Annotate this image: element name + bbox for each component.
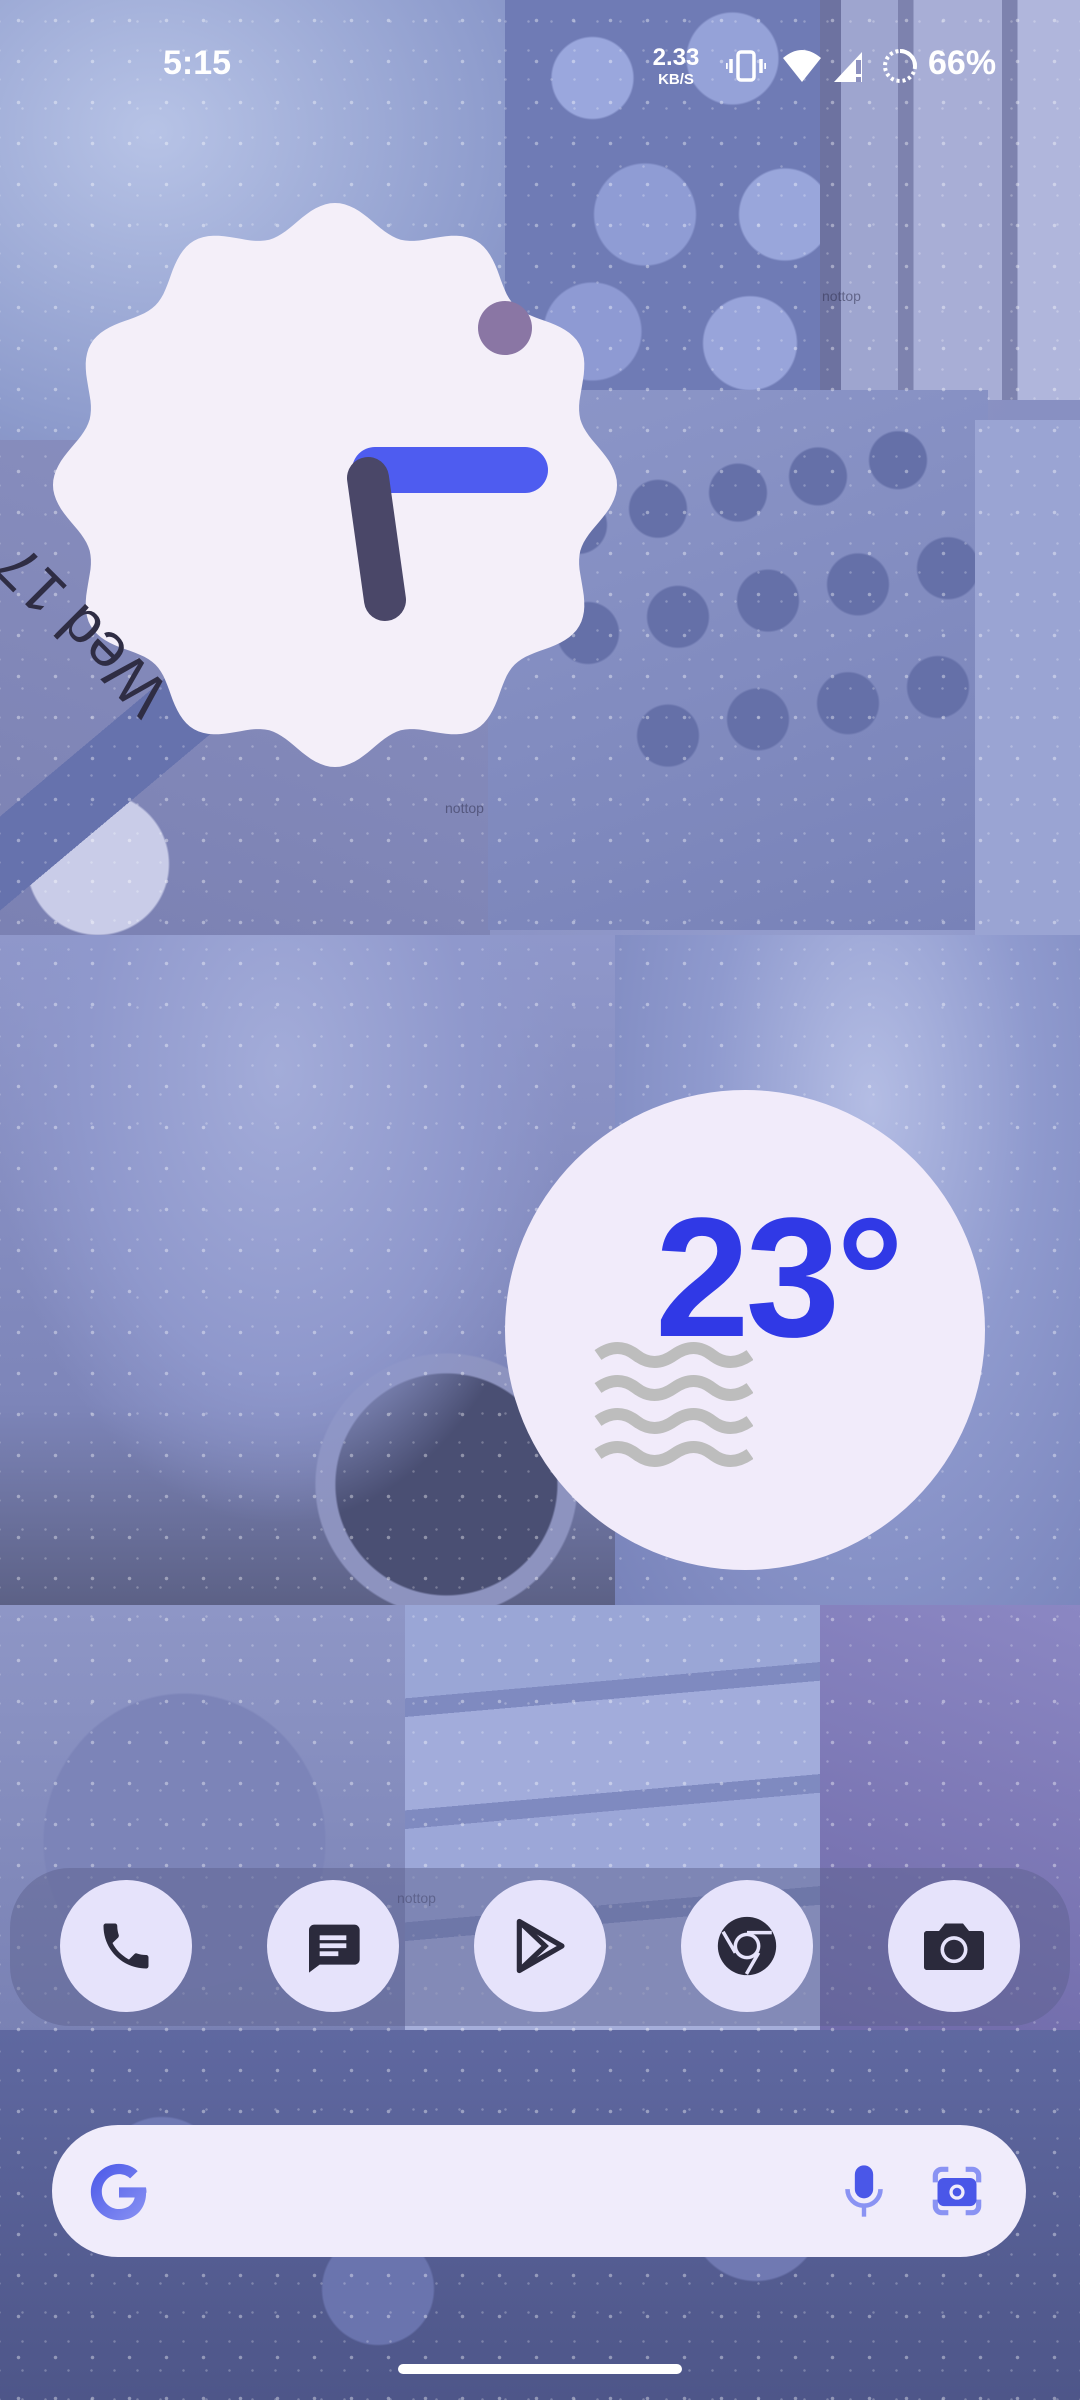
net-speed-indicator: 2.33 KB/S <box>645 44 707 88</box>
cell-signal-icon <box>834 52 862 82</box>
messages-app[interactable] <box>267 1880 399 2012</box>
weather-widget[interactable]: 23° <box>505 1090 985 1570</box>
watermark-text: nottop <box>822 288 861 304</box>
wifi-icon <box>783 50 821 82</box>
play-store-icon <box>516 1918 565 1974</box>
phone-app[interactable] <box>60 1880 192 2012</box>
status-bar: 5:15 2.33 KB/S 66% <box>0 0 1080 130</box>
net-speed-unit: KB/S <box>658 71 694 88</box>
clock-dot <box>478 301 532 355</box>
phone-icon <box>103 1923 149 1969</box>
battery-percent: 66% <box>928 44 997 82</box>
google-search-bar[interactable] <box>52 2125 1026 2257</box>
chrome-icon <box>717 1916 777 1976</box>
status-time: 5:15 <box>163 44 232 82</box>
clock-hour-hand <box>347 457 406 621</box>
camera-app[interactable] <box>888 1880 1020 2012</box>
battery-saver-icon <box>883 49 917 83</box>
mic-icon[interactable] <box>842 2161 886 2221</box>
play-store-app[interactable] <box>474 1880 606 2012</box>
chrome-app[interactable] <box>681 1880 813 2012</box>
camera-icon <box>924 1923 984 1970</box>
haze-icon <box>594 1342 753 1467</box>
watermark-text: nottop <box>445 800 484 816</box>
gesture-nav-handle[interactable] <box>398 2364 682 2374</box>
google-logo[interactable] <box>86 2159 152 2225</box>
clock-widget[interactable]: Wed 17 <box>0 190 630 780</box>
messages-icon <box>309 1924 360 1973</box>
lens-icon[interactable] <box>930 2165 984 2217</box>
vibrate-icon <box>726 50 766 82</box>
net-speed-value: 2.33 <box>652 44 700 71</box>
